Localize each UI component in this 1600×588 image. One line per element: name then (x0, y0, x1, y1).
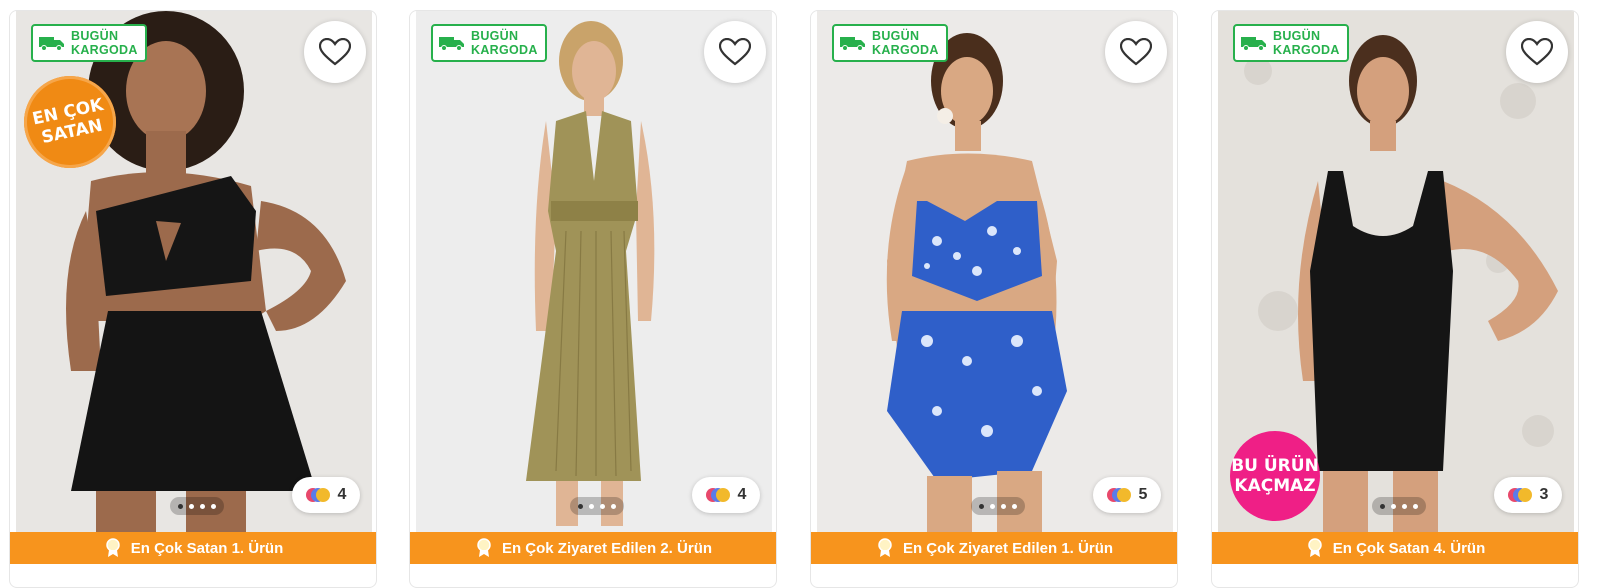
sticker-line-2: KAÇMAZ (1234, 476, 1316, 496)
product-card[interactable]: BUGÜN KARGODA BU ÜRÜN KAÇMAZ 3 En Çok Sa… (1211, 10, 1579, 588)
pager-dot[interactable] (979, 503, 984, 509)
pager-dot[interactable] (178, 503, 183, 509)
color-swatch-icon (1106, 488, 1131, 502)
product-card[interactable]: BUGÜN KARGODA 4 En Çok Ziyaret Edilen 2.… (409, 10, 777, 588)
pager-dot[interactable] (589, 503, 594, 509)
rank-banner: En Çok Ziyaret Edilen 2. Ürün (410, 532, 776, 564)
product-image[interactable] (817, 11, 1173, 543)
favorite-button[interactable] (704, 21, 766, 83)
pager-dot[interactable] (990, 503, 995, 509)
truck-icon (439, 37, 464, 51)
image-pager[interactable] (170, 497, 224, 515)
heart-icon (1521, 38, 1553, 66)
pager-dot[interactable] (1413, 503, 1418, 509)
same-day-shipping-badge: BUGÜN KARGODA (1233, 24, 1349, 62)
truck-icon (1241, 37, 1266, 51)
favorite-button[interactable] (1105, 21, 1167, 83)
color-count: 3 (1539, 486, 1549, 503)
image-pager[interactable] (971, 497, 1025, 515)
badge-line-1: BUGÜN (471, 29, 519, 43)
heart-icon (1120, 38, 1152, 66)
product-image[interactable] (416, 11, 772, 543)
image-pager[interactable] (1372, 497, 1426, 515)
color-count: 5 (1138, 486, 1148, 503)
medal-icon (878, 538, 892, 557)
color-swatch-icon (705, 488, 730, 502)
dont-miss-sticker: BU ÜRÜN KAÇMAZ (1230, 431, 1320, 521)
sticker-line-1: BU ÜRÜN (1231, 456, 1319, 476)
favorite-button[interactable] (1506, 21, 1568, 83)
pager-dot[interactable] (1380, 503, 1385, 509)
color-options-button[interactable]: 4 (292, 477, 360, 513)
product-card[interactable]: BUGÜN KARGODA 5 En Çok Ziyaret Edilen 1.… (810, 10, 1178, 588)
badge-line-2: KARGODA (71, 43, 138, 57)
pager-dot[interactable] (600, 503, 605, 509)
rank-banner: En Çok Satan 4. Ürün (1212, 532, 1578, 564)
same-day-shipping-badge: BUGÜN KARGODA (31, 24, 147, 62)
rank-label: En Çok Ziyaret Edilen 1. Ürün (902, 539, 1114, 557)
medal-icon (1307, 538, 1322, 557)
rank-banner: En Çok Satan 1. Ürün (10, 532, 376, 564)
heart-icon (319, 38, 351, 66)
same-day-shipping-badge: BUGÜN KARGODA (431, 24, 547, 62)
rank-banner: En Çok Ziyaret Edilen 1. Ürün (811, 532, 1177, 564)
truck-icon (840, 37, 865, 51)
same-day-shipping-badge: BUGÜN KARGODA (832, 24, 948, 62)
badge-line-2: KARGODA (471, 43, 538, 57)
badge-line-2: KARGODA (1273, 43, 1340, 57)
heart-icon (719, 38, 751, 66)
color-options-button[interactable]: 5 (1093, 477, 1161, 513)
product-card[interactable]: BUGÜN KARGODA EN ÇOK SATAN 4 En Çok Sata… (9, 10, 377, 588)
color-options-button[interactable]: 4 (692, 477, 760, 513)
medal-icon (105, 538, 120, 557)
rank-label: En Çok Satan 1. Ürün (130, 539, 284, 557)
color-count: 4 (337, 486, 347, 503)
rank-label: En Çok Ziyaret Edilen 2. Ürün (501, 539, 713, 557)
medal-icon (477, 538, 491, 557)
pager-dot[interactable] (1391, 503, 1396, 509)
badge-line-1: BUGÜN (872, 29, 920, 43)
pager-dot[interactable] (1402, 503, 1407, 509)
pager-dot[interactable] (578, 503, 583, 509)
badge-line-1: BUGÜN (71, 29, 119, 43)
badge-line-1: BUGÜN (1273, 29, 1321, 43)
pager-dot[interactable] (1012, 503, 1017, 509)
truck-icon (39, 37, 64, 51)
pager-dot[interactable] (1001, 503, 1006, 509)
color-swatch-icon (305, 488, 330, 502)
pager-dot[interactable] (211, 503, 216, 509)
image-pager[interactable] (570, 497, 624, 515)
pager-dot[interactable] (611, 503, 616, 509)
badge-line-2: KARGODA (872, 43, 939, 57)
pager-dot[interactable] (189, 503, 194, 509)
pager-dot[interactable] (200, 503, 205, 509)
color-options-button[interactable]: 3 (1494, 477, 1562, 513)
rank-label: En Çok Satan 4. Ürün (1332, 539, 1486, 557)
favorite-button[interactable] (304, 21, 366, 83)
color-swatch-icon (1507, 488, 1532, 502)
color-count: 4 (737, 486, 747, 503)
